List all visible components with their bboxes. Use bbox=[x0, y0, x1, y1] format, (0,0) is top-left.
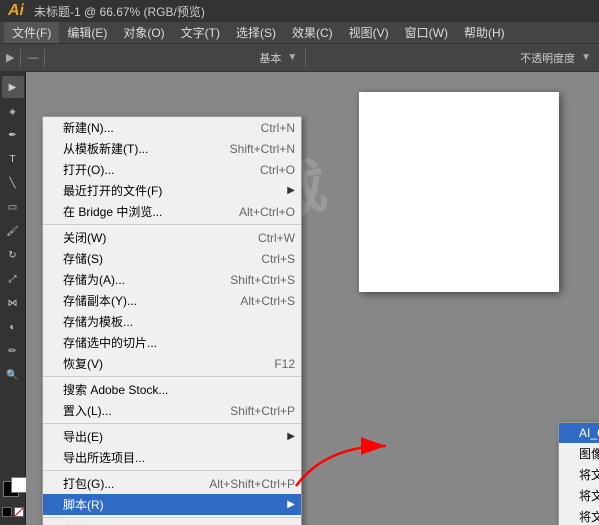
opacity-dropdown-icon[interactable]: ▼ bbox=[581, 52, 591, 63]
opacity-label: 不透明度度 bbox=[520, 50, 575, 66]
pen-tool[interactable]: ✒ bbox=[2, 124, 24, 146]
menu-object[interactable]: 对象(O) bbox=[115, 22, 172, 43]
menu-open[interactable]: 打开(O)... Ctrl+O bbox=[43, 159, 301, 180]
menu-place[interactable]: 置入(L)... Shift+Ctrl+P bbox=[43, 400, 301, 421]
swap-colors[interactable] bbox=[14, 507, 24, 517]
menu-close[interactable]: 关闭(W) Ctrl+W bbox=[43, 227, 301, 248]
red-arrow bbox=[286, 436, 406, 496]
eyedropper-tool[interactable]: ✏ bbox=[2, 340, 24, 362]
scripts-save-pdf[interactable]: 将文档存储为 PDF bbox=[559, 464, 599, 485]
background-color[interactable] bbox=[11, 477, 27, 493]
file-menu-dropdown[interactable]: 新建(N)... Ctrl+N 从模板新建(T)... Shift+Ctrl+N… bbox=[42, 116, 302, 525]
scripts-export-flash[interactable]: 将文档导出为 Flash bbox=[559, 506, 599, 525]
line-tool[interactable]: ╲ bbox=[2, 172, 24, 194]
scripts-save-svg[interactable]: 将文档存储为 SVG bbox=[559, 485, 599, 506]
menu-effect[interactable]: 效果(C) bbox=[284, 22, 341, 43]
menu-edit[interactable]: 编辑(E) bbox=[59, 22, 115, 43]
scripts-ai-cc2019[interactable]: AI_CC2019_64 bbox=[559, 423, 599, 443]
menu-window[interactable]: 窗口(W) bbox=[397, 22, 456, 43]
scripts-submenu[interactable]: AI_CC2019_64 图像描摹 将文档存储为 PDF 将文档存储为 SVG … bbox=[558, 422, 599, 525]
select-tool[interactable]: ▶ bbox=[2, 76, 24, 98]
menu-package[interactable]: 打包(G)... Alt+Shift+Ctrl+P bbox=[43, 473, 301, 494]
toolbar-stroke-icon: — bbox=[27, 52, 38, 64]
scale-tool[interactable]: ⤢ bbox=[2, 268, 24, 290]
rotate-tool[interactable]: ↻ bbox=[2, 244, 24, 266]
menu-text[interactable]: 文字(T) bbox=[173, 22, 228, 43]
gradient-tool[interactable]: ◐ bbox=[2, 316, 24, 338]
menu-sep-2 bbox=[43, 376, 301, 377]
menu-save-template[interactable]: 存储为模板... bbox=[43, 311, 301, 332]
menu-sep-1 bbox=[43, 224, 301, 225]
menu-file[interactable]: 文件(F) bbox=[4, 22, 59, 43]
brush-tool[interactable]: 🖌 bbox=[2, 220, 24, 242]
menu-export[interactable]: 导出(E) ▶ bbox=[43, 426, 301, 447]
scripts-image-trace[interactable]: 图像描摹 bbox=[559, 443, 599, 464]
artboard bbox=[359, 92, 559, 292]
menu-help[interactable]: 帮助(H) bbox=[456, 22, 513, 43]
menu-new[interactable]: 新建(N)... Ctrl+N bbox=[43, 117, 301, 138]
main-area: ▶ ◈ ✒ T ╲ ▭ 🖌 ↻ ⤢ ⋈ ◐ ✏ 🔍 安下载 bbox=[0, 72, 599, 525]
menu-save-slices[interactable]: 存储选中的切片... bbox=[43, 332, 301, 353]
toolbar: ▶ — 基本 ▼ 不透明度度 ▼ bbox=[0, 44, 599, 72]
direct-select-tool[interactable]: ◈ bbox=[2, 100, 24, 122]
color-boxes bbox=[2, 481, 24, 521]
workspace-label: 基本 bbox=[259, 50, 281, 66]
menu-select[interactable]: 选择(S) bbox=[228, 22, 284, 43]
menu-browse-bridge[interactable]: 在 Bridge 中浏览... Alt+Ctrl+O bbox=[43, 201, 301, 222]
rect-tool[interactable]: ▭ bbox=[2, 196, 24, 218]
blend-tool[interactable]: ⋈ bbox=[2, 292, 24, 314]
menu-bar: 文件(F) 编辑(E) 对象(O) 文字(T) 选择(S) 效果(C) 视图(V… bbox=[0, 22, 599, 44]
toolbar-separator bbox=[20, 49, 21, 67]
menu-sep-4 bbox=[43, 470, 301, 471]
toolbar-separator-2 bbox=[44, 49, 45, 67]
type-tool[interactable]: T bbox=[2, 148, 24, 170]
none-swatch[interactable] bbox=[2, 507, 12, 517]
menu-search-stock[interactable]: 搜索 Adobe Stock... bbox=[43, 379, 301, 400]
canvas-area: 安下载 新建(N)... Ctrl+N 从模板新建(T)... Shift+Ct… bbox=[26, 72, 599, 525]
toolbar-tool-icon: ▶ bbox=[6, 51, 14, 64]
title-bar: Ai 未标题-1 @ 66.67% (RGB/预览) bbox=[0, 0, 599, 22]
menu-sep-3 bbox=[43, 423, 301, 424]
menu-revert[interactable]: 恢复(V) F12 bbox=[43, 353, 301, 374]
workspace-dropdown-icon[interactable]: ▼ bbox=[287, 52, 297, 63]
menu-save[interactable]: 存储(S) Ctrl+S bbox=[43, 248, 301, 269]
left-toolbar: ▶ ◈ ✒ T ╲ ▭ 🖌 ↻ ⤢ ⋈ ◐ ✏ 🔍 bbox=[0, 72, 26, 525]
zoom-tool[interactable]: 🔍 bbox=[2, 364, 24, 386]
menu-save-as[interactable]: 存储为(A)... Shift+Ctrl+S bbox=[43, 269, 301, 290]
menu-new-from-template[interactable]: 从模板新建(T)... Shift+Ctrl+N bbox=[43, 138, 301, 159]
menu-doc-setup[interactable]: 文档设置(D)... Alt+Ctrl+P bbox=[43, 520, 301, 525]
menu-scripts[interactable]: 脚本(R) ▶ bbox=[43, 494, 301, 515]
menu-export-selection[interactable]: 导出所选项目... bbox=[43, 447, 301, 468]
menu-save-copy[interactable]: 存储副本(Y)... Alt+Ctrl+S bbox=[43, 290, 301, 311]
menu-sep-5 bbox=[43, 517, 301, 518]
toolbar-separator-3 bbox=[305, 49, 306, 67]
app-logo: Ai bbox=[8, 2, 24, 20]
menu-view[interactable]: 视图(V) bbox=[341, 22, 397, 43]
title-bar-text: 未标题-1 @ 66.67% (RGB/预览) bbox=[34, 3, 205, 20]
menu-recent-files[interactable]: 最近打开的文件(F) ▶ bbox=[43, 180, 301, 201]
